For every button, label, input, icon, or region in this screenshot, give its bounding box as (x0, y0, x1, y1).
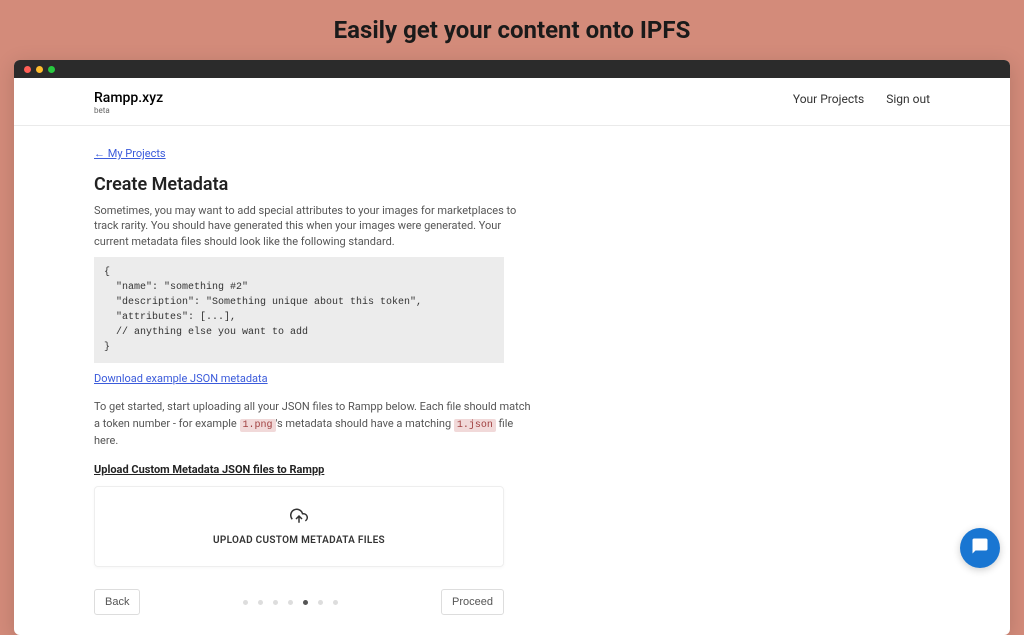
upload-label: UPLOAD CUSTOM METADATA FILES (115, 535, 483, 546)
brand[interactable]: Rampp.xyz beta (94, 90, 163, 115)
step-indicator (243, 600, 338, 605)
browser-chrome (14, 60, 1010, 78)
chat-widget-button[interactable] (960, 528, 1000, 568)
back-button[interactable]: Back (94, 589, 140, 615)
step-dot-4[interactable] (288, 600, 293, 605)
header-nav: Your Projects Sign out (793, 90, 930, 106)
chat-icon (971, 537, 989, 559)
window-close-dot (24, 66, 31, 73)
inline-code-png: 1.png (240, 419, 276, 432)
proceed-button[interactable]: Proceed (441, 589, 504, 615)
upload-heading: Upload Custom Metadata JSON files to Ram… (94, 463, 930, 476)
step-dot-3[interactable] (273, 600, 278, 605)
download-example-link[interactable]: Download example JSON metadata (94, 372, 268, 385)
footer-nav: Back Proceed (94, 589, 504, 615)
browser-window: Rampp.xyz beta Your Projects Sign out ← … (14, 60, 1010, 635)
window-minimize-dot (36, 66, 43, 73)
back-to-projects-link[interactable]: ← My Projects (94, 147, 166, 160)
cloud-upload-icon (290, 507, 308, 529)
upload-dropzone[interactable]: UPLOAD CUSTOM METADATA FILES (94, 486, 504, 567)
inline-code-json: 1.json (454, 419, 496, 432)
step-dot-7[interactable] (333, 600, 338, 605)
instructions-text: To get started, start uploading all your… (94, 399, 534, 449)
step-dot-5[interactable] (303, 600, 308, 605)
nav-sign-out[interactable]: Sign out (886, 92, 930, 106)
instructions-mid: 's metadata should have a matching (276, 417, 454, 430)
main-content: ← My Projects Create Metadata Sometimes,… (14, 126, 1010, 635)
page-title: Create Metadata (94, 174, 930, 195)
brand-sub: beta (94, 106, 163, 115)
step-dot-6[interactable] (318, 600, 323, 605)
description-text: Sometimes, you may want to add special a… (94, 203, 534, 249)
nav-your-projects[interactable]: Your Projects (793, 92, 864, 106)
brand-name: Rampp.xyz (94, 90, 163, 106)
app-header: Rampp.xyz beta Your Projects Sign out (14, 78, 1010, 126)
page-heading: Easily get your content onto IPFS (0, 0, 1024, 60)
code-example: { "name": "something #2" "description": … (94, 257, 504, 363)
step-dot-1[interactable] (243, 600, 248, 605)
step-dot-2[interactable] (258, 600, 263, 605)
window-maximize-dot (48, 66, 55, 73)
